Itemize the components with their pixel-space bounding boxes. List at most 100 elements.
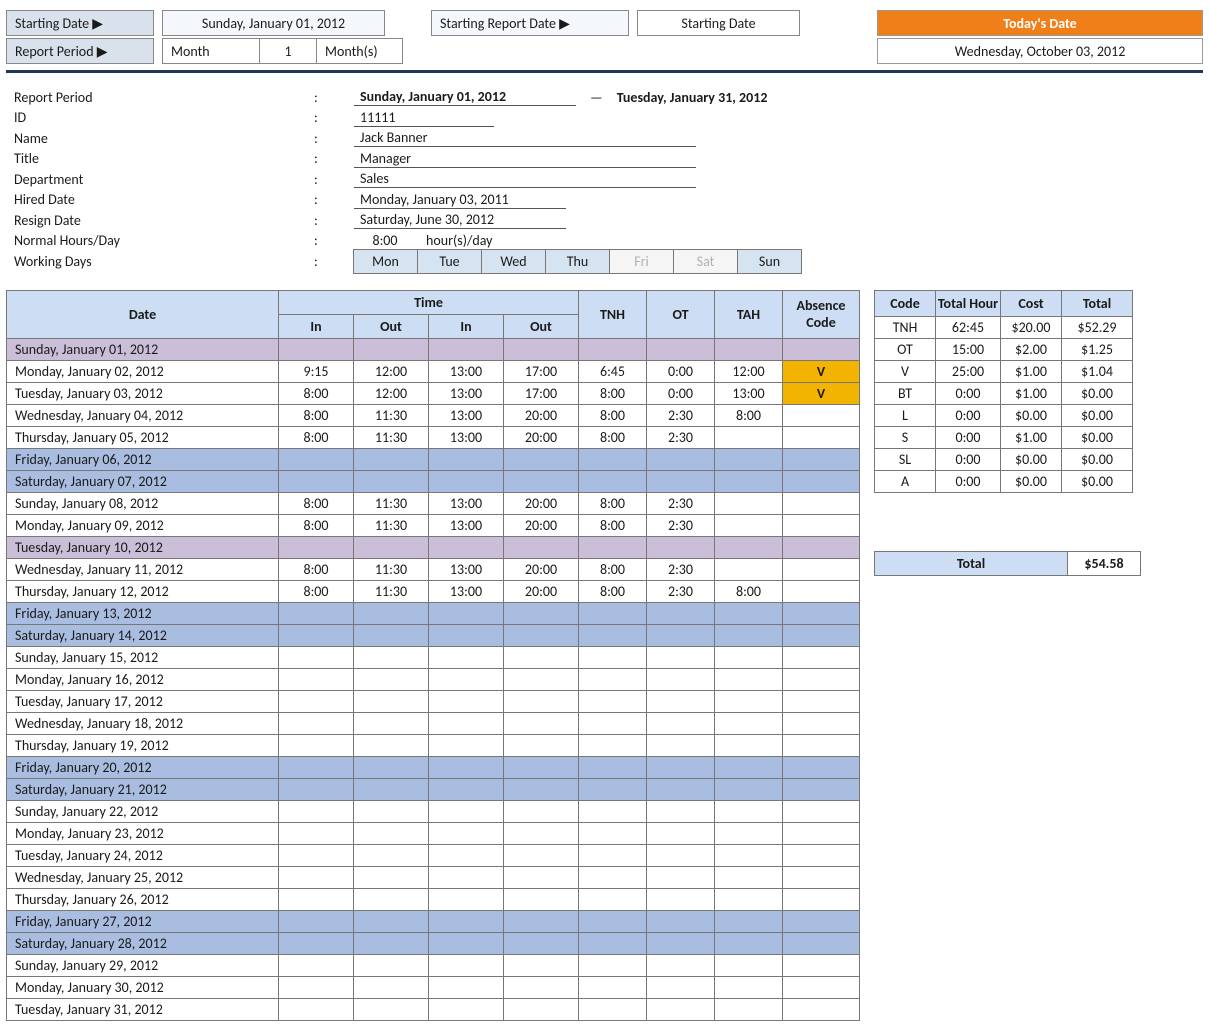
time-cell[interactable] xyxy=(279,602,354,624)
time-cell[interactable]: 8:00 xyxy=(279,492,354,514)
time-cell[interactable]: 17:00 xyxy=(504,360,579,382)
time-cell[interactable]: 12:00 xyxy=(715,360,783,382)
time-cell[interactable]: 8:00 xyxy=(579,426,647,448)
time-cell[interactable] xyxy=(579,954,647,976)
time-cell[interactable] xyxy=(715,976,783,998)
time-cell[interactable] xyxy=(354,646,429,668)
time-cell[interactable] xyxy=(647,602,715,624)
time-cell[interactable] xyxy=(354,844,429,866)
time-cell[interactable]: 8:00 xyxy=(279,514,354,536)
time-cell[interactable] xyxy=(429,844,504,866)
time-cell[interactable]: 13:00 xyxy=(429,492,504,514)
time-cell[interactable] xyxy=(279,976,354,998)
starting-date-value[interactable]: Sunday, January 01, 2012 xyxy=(162,10,385,36)
working-day-sat[interactable]: Sat xyxy=(673,249,738,274)
time-cell[interactable]: 8:00 xyxy=(579,492,647,514)
report-period-month[interactable]: Month xyxy=(162,38,260,64)
time-cell[interactable] xyxy=(783,690,860,712)
time-cell[interactable] xyxy=(279,338,354,360)
time-cell[interactable] xyxy=(715,690,783,712)
time-cell[interactable] xyxy=(354,954,429,976)
time-cell[interactable] xyxy=(783,602,860,624)
time-cell[interactable] xyxy=(579,734,647,756)
time-cell[interactable] xyxy=(279,448,354,470)
time-cell[interactable]: 8:00 xyxy=(279,580,354,602)
time-cell[interactable]: 9:15 xyxy=(279,360,354,382)
time-cell[interactable] xyxy=(354,338,429,360)
time-cell[interactable] xyxy=(429,778,504,800)
time-cell[interactable]: 13:00 xyxy=(429,382,504,404)
time-cell[interactable] xyxy=(647,338,715,360)
time-cell[interactable] xyxy=(783,844,860,866)
time-cell[interactable]: 8:00 xyxy=(279,558,354,580)
title-value[interactable]: Manager xyxy=(354,150,696,168)
time-cell[interactable] xyxy=(504,712,579,734)
time-cell[interactable] xyxy=(429,712,504,734)
working-day-wed[interactable]: Wed xyxy=(481,249,546,274)
time-cell[interactable] xyxy=(579,778,647,800)
time-cell[interactable] xyxy=(429,448,504,470)
time-cell[interactable] xyxy=(715,712,783,734)
time-cell[interactable] xyxy=(579,646,647,668)
time-cell[interactable] xyxy=(354,624,429,646)
time-cell[interactable] xyxy=(279,734,354,756)
time-cell[interactable] xyxy=(429,602,504,624)
time-cell[interactable] xyxy=(429,910,504,932)
time-cell[interactable]: 8:00 xyxy=(279,404,354,426)
time-cell[interactable] xyxy=(429,734,504,756)
time-cell[interactable] xyxy=(504,668,579,690)
time-cell[interactable]: 2:30 xyxy=(647,514,715,536)
time-cell[interactable] xyxy=(504,536,579,558)
time-cell[interactable] xyxy=(504,932,579,954)
time-cell[interactable]: 13:00 xyxy=(429,580,504,602)
time-cell[interactable] xyxy=(715,668,783,690)
time-cell[interactable] xyxy=(579,668,647,690)
time-cell[interactable]: 8:00 xyxy=(579,382,647,404)
time-cell[interactable] xyxy=(783,998,860,1020)
time-cell[interactable] xyxy=(647,778,715,800)
time-cell[interactable] xyxy=(279,998,354,1020)
time-cell[interactable] xyxy=(429,536,504,558)
time-cell[interactable] xyxy=(647,998,715,1020)
time-cell[interactable] xyxy=(354,668,429,690)
time-cell[interactable] xyxy=(429,668,504,690)
time-cell[interactable] xyxy=(715,800,783,822)
time-cell[interactable] xyxy=(783,778,860,800)
time-cell[interactable] xyxy=(715,492,783,514)
time-cell[interactable]: 11:30 xyxy=(354,580,429,602)
time-cell[interactable] xyxy=(429,624,504,646)
time-cell[interactable] xyxy=(579,536,647,558)
time-cell[interactable] xyxy=(579,844,647,866)
time-cell[interactable] xyxy=(715,646,783,668)
time-cell[interactable] xyxy=(429,976,504,998)
time-cell[interactable] xyxy=(715,822,783,844)
time-cell[interactable]: 13:00 xyxy=(429,514,504,536)
time-cell[interactable]: 13:00 xyxy=(715,382,783,404)
time-cell[interactable] xyxy=(783,668,860,690)
time-cell[interactable] xyxy=(647,448,715,470)
time-cell[interactable]: 13:00 xyxy=(429,426,504,448)
time-cell[interactable]: 11:30 xyxy=(354,426,429,448)
time-cell[interactable]: 2:30 xyxy=(647,580,715,602)
time-cell[interactable] xyxy=(647,888,715,910)
time-cell[interactable] xyxy=(715,954,783,976)
time-cell[interactable] xyxy=(783,756,860,778)
time-cell[interactable] xyxy=(579,470,647,492)
time-cell[interactable]: 8:00 xyxy=(579,514,647,536)
time-cell[interactable]: 11:30 xyxy=(354,514,429,536)
time-cell[interactable] xyxy=(279,756,354,778)
time-cell[interactable] xyxy=(279,954,354,976)
time-cell[interactable] xyxy=(504,624,579,646)
time-cell[interactable] xyxy=(429,470,504,492)
time-cell[interactable] xyxy=(647,866,715,888)
time-cell[interactable]: 12:00 xyxy=(354,360,429,382)
time-cell[interactable] xyxy=(504,800,579,822)
time-cell[interactable] xyxy=(504,646,579,668)
time-cell[interactable] xyxy=(429,646,504,668)
time-cell[interactable] xyxy=(504,602,579,624)
time-cell[interactable]: 20:00 xyxy=(504,404,579,426)
time-cell[interactable] xyxy=(429,756,504,778)
time-cell[interactable]: 8:00 xyxy=(279,382,354,404)
time-cell[interactable] xyxy=(279,646,354,668)
time-cell[interactable] xyxy=(783,580,860,602)
